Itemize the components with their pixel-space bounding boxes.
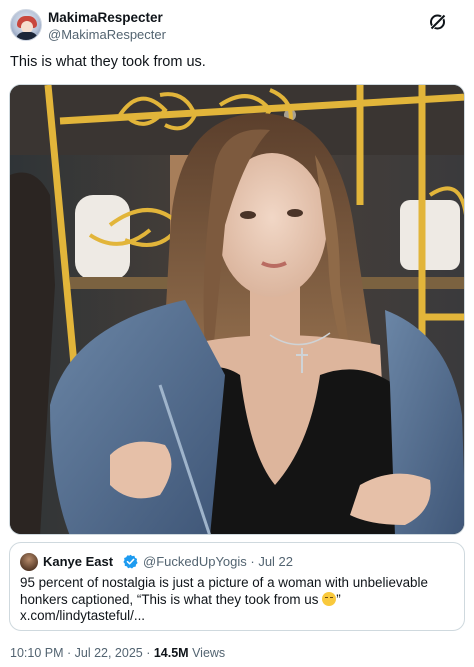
photo-image	[10, 85, 464, 534]
tweet-meta: 10:10 PM · Jul 22, 2025 · 14.5M Views	[10, 646, 225, 660]
quoted-text-end: ”	[336, 591, 341, 607]
avatar-body	[16, 32, 38, 40]
grok-logo-icon[interactable]	[428, 12, 448, 32]
quoted-tweet-text: 95 percent of nostalgia is just a pictur…	[20, 575, 456, 625]
author-avatar[interactable]	[10, 9, 42, 41]
quoted-tweet[interactable]: Kanye East @FuckedUpYogis · Jul 22 95 pe…	[9, 542, 465, 631]
author-handle[interactable]: @MakimaRespecter	[48, 27, 166, 42]
quoted-link[interactable]: x.com/lindytasteful/...	[20, 608, 145, 623]
quoted-author-handle-date[interactable]: @FuckedUpYogis · Jul 22	[143, 554, 293, 569]
tweet-photo[interactable]	[9, 84, 465, 535]
views-count: 14.5M	[153, 646, 189, 660]
tweet-header: MakimaRespecter @MakimaRespecter	[8, 6, 466, 46]
tweet-text: This is what they took from us.	[10, 54, 206, 70]
verified-badge-icon	[123, 554, 138, 569]
quoted-author-avatar[interactable]	[20, 553, 38, 571]
pensive-face-emoji-icon	[322, 591, 337, 606]
quoted-author-name[interactable]: Kanye East	[43, 554, 113, 569]
views-label: Views	[188, 646, 226, 660]
quoted-text-main: 95 percent of nostalgia is just a pictur…	[20, 575, 428, 607]
author-display-name[interactable]: MakimaRespecter	[48, 10, 163, 25]
tweet-timestamp[interactable]: 10:10 PM · Jul 22, 2025 ·	[10, 646, 154, 660]
